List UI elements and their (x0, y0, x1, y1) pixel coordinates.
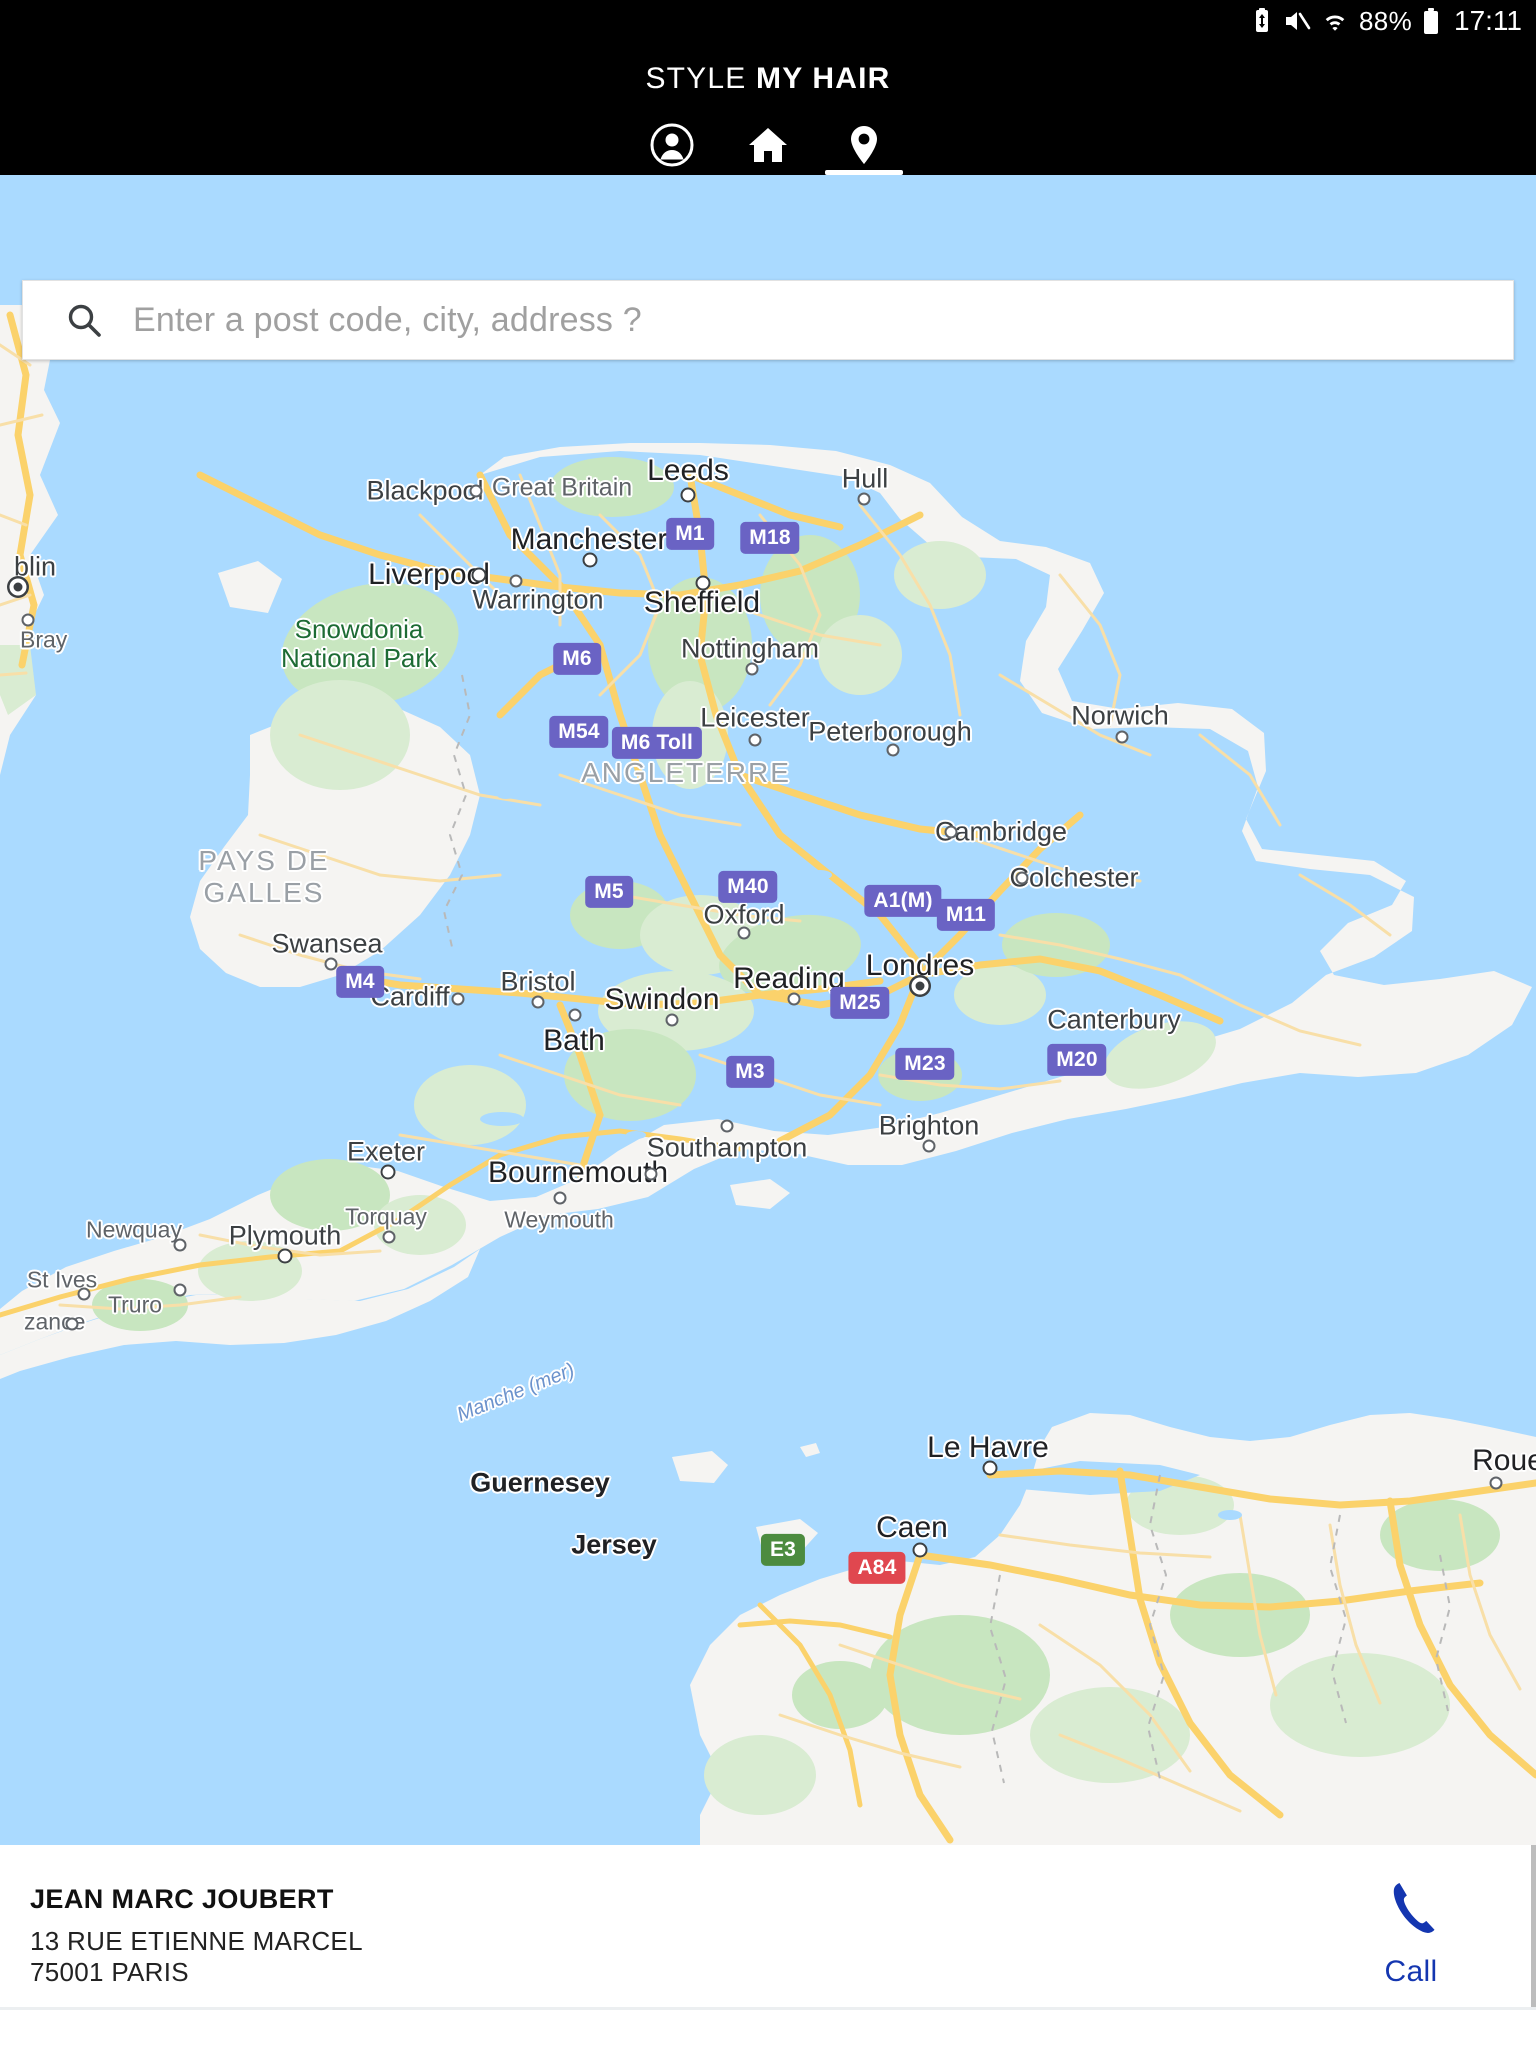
map-pin-icon (840, 121, 888, 174)
app-title-bold: MY HAIR (756, 62, 891, 95)
app-header: STYLE MY HAIR (0, 42, 1536, 175)
motorway-shield: M25 (830, 986, 890, 1020)
map-city-dot (471, 567, 487, 583)
map-city-dot (65, 1317, 79, 1331)
motorway-shield: E3 (760, 1533, 806, 1567)
motorway-shield: M11 (936, 898, 996, 932)
map-city-dot (509, 574, 523, 588)
app-title: STYLE MY HAIR (0, 62, 1536, 96)
battery-saver-icon (1252, 8, 1272, 34)
motorway-shield: M23 (895, 1047, 955, 1081)
search-bar[interactable] (22, 280, 1514, 360)
call-label: Call (1384, 1955, 1438, 1988)
map-city-dot (1015, 871, 1029, 885)
app-title-light: STYLE (645, 62, 757, 95)
salon-detail-card: JEAN MARC JOUBERT 13 RUE ETIENNE MARCEL … (0, 1845, 1536, 2048)
salon-city: 75001 PARIS (30, 1956, 189, 1987)
card-scrollbar[interactable] (1531, 1845, 1536, 2007)
motorway-shield: M4 (336, 965, 384, 999)
motorway-shield: M1 (666, 517, 714, 551)
map-city-dot (382, 1230, 396, 1244)
map-city-dot (720, 1119, 734, 1133)
tab-bar (0, 117, 1536, 175)
motorway-shield: A84 (848, 1551, 906, 1585)
search-icon (65, 301, 103, 339)
map-city-dot (553, 1191, 567, 1205)
map-city-dot (451, 992, 465, 1006)
home-icon (744, 121, 792, 174)
map-city-dot (21, 613, 35, 627)
salon-street: 13 RUE ETIENNE MARCEL (30, 1926, 363, 1956)
map-city-dot (77, 1287, 91, 1301)
map-city-dot (582, 552, 598, 568)
map-city-dot (922, 1139, 936, 1153)
status-bar: 88% 17:11 (0, 0, 1536, 42)
tab-account[interactable] (624, 117, 720, 175)
map-city-dot (1115, 730, 1129, 744)
salon-info: JEAN MARC JOUBERT 13 RUE ETIENNE MARCEL … (0, 1845, 1286, 1987)
motorway-shield: M40 (718, 870, 778, 904)
account-circle-icon (648, 121, 696, 174)
salon-name: JEAN MARC JOUBERT (30, 1884, 334, 1914)
map-city-dot (644, 1167, 658, 1181)
map-geometry: .land{fill:#f5f4f2;} .park{fill:#c8e6c0;… (0, 175, 1536, 1845)
motorway-shield: M5 (585, 875, 633, 909)
map-city-dot (469, 484, 483, 498)
map-city-dot (886, 743, 900, 757)
battery-icon (1423, 7, 1439, 35)
map-city-dot (944, 825, 958, 839)
map-city-dot (277, 1248, 293, 1264)
motorway-shield: M18 (740, 521, 800, 555)
motorway-shield: M6 (553, 642, 601, 676)
battery-percent-label: 88% (1359, 6, 1412, 36)
map-city-dot (912, 1542, 928, 1558)
tab-locator[interactable] (816, 117, 912, 175)
mute-icon (1283, 8, 1311, 34)
map-city-dot (982, 1460, 998, 1476)
map-city-dot (9, 578, 27, 596)
tab-home[interactable] (720, 117, 816, 175)
motorway-shield: M20 (1047, 1043, 1107, 1077)
map-city-dot (173, 1283, 187, 1297)
map-city-dot (695, 575, 711, 591)
map-city-dot (737, 926, 751, 940)
map-city-dot (857, 492, 871, 506)
map-city-dot (173, 1238, 187, 1252)
clock-label: 17:11 (1454, 5, 1522, 36)
motorway-shield: M3 (726, 1055, 774, 1089)
map-city-dot (680, 487, 696, 503)
motorway-shield: A1(M) (864, 884, 942, 918)
map-city-dot (911, 977, 929, 995)
map-city-dot (380, 1164, 396, 1180)
map-canvas[interactable]: .land{fill:#f5f4f2;} .park{fill:#c8e6c0;… (0, 175, 1536, 1845)
card-divider (0, 2007, 1536, 2010)
map-city-dot (787, 992, 801, 1006)
map-city-dot (568, 1008, 582, 1022)
phone-icon (1381, 1879, 1441, 1946)
map-city-dot (745, 662, 759, 676)
search-input[interactable] (131, 280, 1513, 360)
wifi-icon (1322, 8, 1348, 34)
map-city-dot (1489, 1476, 1503, 1490)
map-city-dot (665, 1013, 679, 1027)
map-city-dot (531, 995, 545, 1009)
call-button[interactable]: Call (1286, 1845, 1536, 1989)
map-city-dot (748, 733, 762, 747)
motorway-shield: M6 Toll (611, 726, 703, 760)
motorway-shield: M54 (549, 715, 609, 749)
